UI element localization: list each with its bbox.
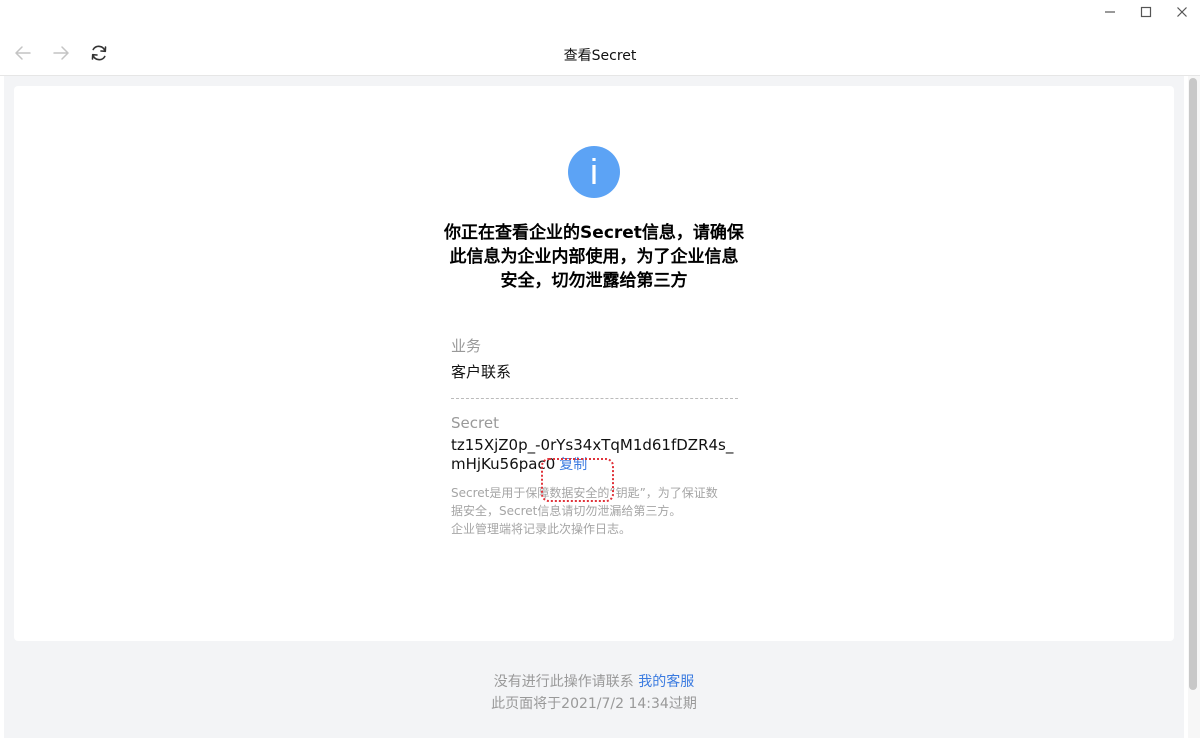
close-icon [1177,7,1187,17]
toolbar: 查看Secret [0,34,1200,74]
footer-contact-text: 没有进行此操作请联系 [493,674,639,690]
info-icon-glyph: i [590,151,598,192]
business-label: 业务 [451,337,482,355]
maximize-icon [1140,6,1152,18]
info-icon: i [568,146,620,198]
footer-expire: 此页面将于2021/7/2 14:34过期 [491,696,697,712]
secret-field: Secret tz15XjZ0p_-0rYs34xTqM1d61fDZR4s_m… [451,413,738,538]
secret-hint-line-3: 企业管理端将记录此次操作日志。 [451,522,632,536]
warning-headline: 你正在查看企业的Secret信息，请确保此信息为企业内部使用，为了企业信息安全，… [444,223,744,291]
minimize-icon [1105,11,1115,13]
content-area: i 你正在查看企业的Secret信息，请确保此信息为企业内部使用，为了企业信息安… [4,76,1184,738]
secret-hint: Secret是用于保障数据安全的“钥匙”，为了保证数 据安全，Secret信息请… [451,484,738,538]
copy-secret-link[interactable]: 复制 [559,457,587,473]
footer-contact: 没有进行此操作请联系 我的客服 [4,671,1184,691]
secret-card: i 你正在查看企业的Secret信息，请确保此信息为企业内部使用，为了企业信息安… [14,86,1174,641]
maximize-button[interactable] [1128,0,1164,24]
page-title: 查看Secret [563,48,637,64]
secret-value-row: tz15XjZ0p_-0rYs34xTqM1d61fDZR4s_mHjKu56p… [451,436,738,502]
secret-value[interactable]: tz15XjZ0p_-0rYs34xTqM1d61fDZR4s_mHjKu56p… [451,436,733,473]
secret-hint-line-1: Secret是用于保障数据安全的“钥匙”，为了保证数 [451,486,718,500]
window-controls [1092,0,1200,24]
secret-hint-line-2: 据安全，Secret信息请切勿泄漏给第三方。 [451,504,682,518]
business-value: 客户联系 [451,363,512,381]
minimize-button[interactable] [1092,0,1128,24]
support-link[interactable]: 我的客服 [638,674,694,690]
scrollbar-thumb[interactable] [1189,78,1197,690]
close-button[interactable] [1164,0,1200,24]
field-divider [451,398,738,399]
business-field: 业务 客户联系 [451,336,738,382]
secret-label: Secret [451,414,499,432]
